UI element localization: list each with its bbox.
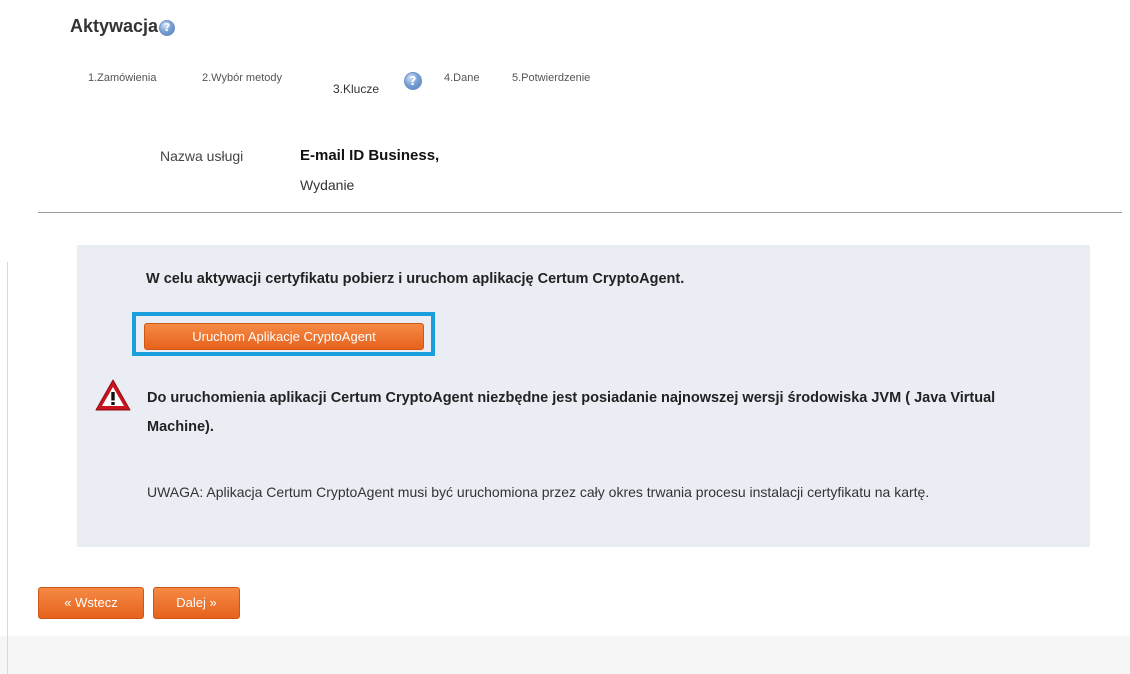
- step-data: 4.Dane: [444, 72, 480, 84]
- page-title: Aktywacja ?: [70, 16, 176, 37]
- service-name: E-mail ID Business,: [300, 147, 440, 164]
- service-subtitle: Wydanie: [300, 177, 355, 193]
- step-help-icon[interactable]: ?: [404, 72, 422, 90]
- step-confirmation: 5.Potwierdzenie: [512, 72, 591, 84]
- jvm-warning-text: Do uruchomienia aplikacji Certum CryptoA…: [147, 390, 996, 435]
- footer-band: [0, 636, 1130, 674]
- service-label: Nazwa usługi: [160, 148, 244, 164]
- help-icon[interactable]: ?: [159, 19, 176, 36]
- back-button[interactable]: « Wstecz: [38, 587, 144, 619]
- note-text: UWAGA: Aplikacja Certum CryptoAgent musi…: [147, 484, 930, 500]
- page-title-text: Aktywacja: [70, 16, 159, 36]
- step-keys-active: 3.Klucze: [333, 82, 380, 96]
- next-button[interactable]: Dalej »: [153, 587, 240, 619]
- launch-cryptoagent-button[interactable]: Uruchom Aplikacje CryptoAgent: [144, 323, 424, 350]
- step-orders: 1.Zamówienia: [88, 72, 157, 84]
- divider: [38, 212, 1122, 213]
- panel-heading: W celu aktywacji certyfikatu pobierz i u…: [146, 271, 685, 287]
- left-border: [7, 262, 8, 674]
- step-method: 2.Wybór metody: [202, 72, 282, 84]
- warning-triangle-icon: [95, 379, 131, 411]
